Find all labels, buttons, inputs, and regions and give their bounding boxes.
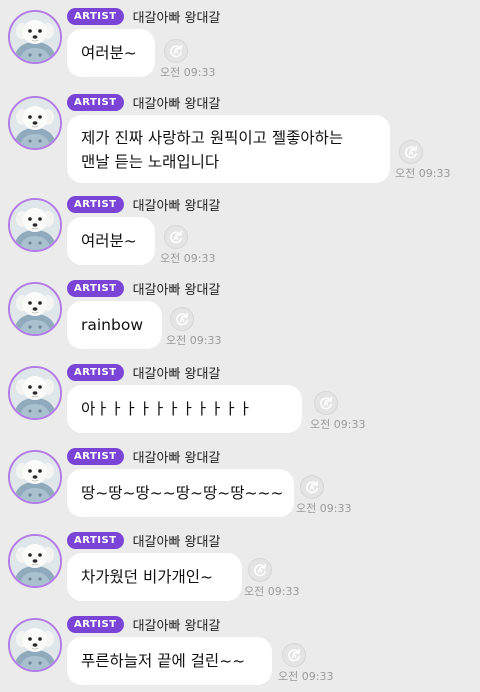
artist-badge: ARTIST xyxy=(67,615,124,633)
message-time: 오전 09:33 xyxy=(395,167,451,180)
message-bubble[interactable]: 차가웠던 비가개인~ xyxy=(67,553,242,601)
message-time: 오전 09:33 xyxy=(166,334,222,347)
message-time: 오전 09:33 xyxy=(160,66,216,79)
message-text: 여러분~ xyxy=(81,44,137,62)
message-bubble[interactable]: 여러분~ xyxy=(67,29,155,77)
message-bubble[interactable]: 땅~땅~땅~~땅~땅~땅~~~ xyxy=(67,469,294,517)
message-text: 아ㅏㅏㅏㅏㅏㅏㅏㅏㅏㅏㅏ xyxy=(81,400,253,418)
artist-badge: ARTIST xyxy=(67,279,124,297)
message-text: 푸른하늘저 끝에 걸린~~ xyxy=(81,652,246,670)
reaction-rotate-icon[interactable] xyxy=(164,225,188,249)
avatar[interactable] xyxy=(8,96,62,150)
chat-message: ARTIST 대갈아빠 왕대갈 푸른하늘저 끝에 걸린~~ 오전 09:33 xyxy=(0,608,480,692)
avatar[interactable] xyxy=(8,366,62,420)
sender-name[interactable]: 대갈아빠 왕대갈 xyxy=(133,195,221,214)
artist-badge: ARTIST xyxy=(67,363,124,381)
sender-row: ARTIST 대갈아빠 왕대갈 xyxy=(67,531,221,550)
message-bubble[interactable]: 제가 진짜 사랑하고 원픽이고 젤좋아하는 맨날 듣는 노래입니다 xyxy=(67,115,390,183)
message-time: 오전 09:33 xyxy=(278,670,334,683)
message-time: 오전 09:33 xyxy=(244,585,300,598)
artist-badge: ARTIST xyxy=(67,531,124,549)
sender-name[interactable]: 대갈아빠 왕대갈 xyxy=(133,93,221,112)
sender-name[interactable]: 대갈아빠 왕대갈 xyxy=(133,279,221,298)
avatar[interactable] xyxy=(8,198,62,252)
sender-name[interactable]: 대갈아빠 왕대갈 xyxy=(133,615,221,634)
avatar[interactable] xyxy=(8,450,62,504)
avatar[interactable] xyxy=(8,618,62,672)
message-text-line: 맨날 듣는 노래입니다 xyxy=(81,153,220,171)
message-meta: 오전 09:33 xyxy=(166,307,226,353)
message-time: 오전 09:33 xyxy=(160,252,216,265)
sender-row: ARTIST 대갈아빠 왕대갈 xyxy=(67,93,221,112)
sender-name[interactable]: 대갈아빠 왕대갈 xyxy=(133,7,221,26)
message-text: 차가웠던 비가개인~ xyxy=(81,568,213,586)
reaction-rotate-icon[interactable] xyxy=(170,307,194,331)
message-text: 땅~땅~땅~~땅~땅~땅~~~ xyxy=(81,484,284,502)
sender-name[interactable]: 대갈아빠 왕대갈 xyxy=(133,531,221,550)
message-meta: 오전 09:33 xyxy=(310,391,370,437)
reaction-rotate-icon[interactable] xyxy=(282,643,306,667)
chat-message: ARTIST 대갈아빠 왕대갈 rainbow 오전 09:33 xyxy=(0,272,480,356)
message-bubble[interactable]: 여러분~ xyxy=(67,217,155,265)
reaction-rotate-icon[interactable] xyxy=(248,558,272,582)
sender-row: ARTIST 대갈아빠 왕대갈 xyxy=(67,195,221,214)
message-time: 오전 09:33 xyxy=(310,418,366,431)
chat-message: ARTIST 대갈아빠 왕대갈 여러분~ 오전 09:33 xyxy=(0,188,480,272)
chat-message-list: ARTIST 대갈아빠 왕대갈 여러분~ 오전 09:33 ARTIST 대갈아… xyxy=(0,0,480,689)
artist-badge: ARTIST xyxy=(67,195,124,213)
sender-row: ARTIST 대갈아빠 왕대갈 xyxy=(67,7,221,26)
sender-name[interactable]: 대갈아빠 왕대갈 xyxy=(133,447,221,466)
message-meta: 오전 09:33 xyxy=(278,643,338,689)
message-time: 오전 09:33 xyxy=(296,502,352,515)
chat-message: ARTIST 대갈아빠 왕대갈 여러분~ 오전 09:33 xyxy=(0,0,480,84)
reaction-rotate-icon[interactable] xyxy=(314,391,338,415)
reaction-rotate-icon[interactable] xyxy=(300,475,324,499)
chat-message: ARTIST 대갈아빠 왕대갈 차가웠던 비가개인~ 오전 09:33 xyxy=(0,524,480,608)
message-text: 여러분~ xyxy=(81,232,137,250)
artist-badge: ARTIST xyxy=(67,93,124,111)
sender-row: ARTIST 대갈아빠 왕대갈 xyxy=(67,615,221,634)
sender-row: ARTIST 대갈아빠 왕대갈 xyxy=(67,447,221,466)
message-bubble[interactable]: rainbow xyxy=(67,301,162,349)
message-meta: 오전 09:33 xyxy=(244,558,304,604)
chat-message: ARTIST 대갈아빠 왕대갈 땅~땅~땅~~땅~땅~땅~~~ 오전 09:33 xyxy=(0,440,480,524)
message-bubble[interactable]: 아ㅏㅏㅏㅏㅏㅏㅏㅏㅏㅏㅏ xyxy=(67,385,302,433)
chat-message: ARTIST 대갈아빠 왕대갈 아ㅏㅏㅏㅏㅏㅏㅏㅏㅏㅏㅏ 오전 09:33 xyxy=(0,356,480,440)
message-text-line: 제가 진짜 사랑하고 원픽이고 젤좋아하는 xyxy=(81,129,344,147)
avatar[interactable] xyxy=(8,282,62,336)
reaction-rotate-icon[interactable] xyxy=(164,39,188,63)
chat-message: ARTIST 대갈아빠 왕대갈 제가 진짜 사랑하고 원픽이고 젤좋아하는 맨날… xyxy=(0,86,480,186)
message-meta: 오전 09:33 xyxy=(160,39,220,85)
avatar[interactable] xyxy=(8,10,62,64)
message-meta: 오전 09:33 xyxy=(160,225,220,271)
message-bubble[interactable]: 푸른하늘저 끝에 걸린~~ xyxy=(67,637,272,685)
sender-row: ARTIST 대갈아빠 왕대갈 xyxy=(67,363,221,382)
reaction-rotate-icon[interactable] xyxy=(399,140,423,164)
message-meta: 오전 09:33 xyxy=(395,140,455,186)
message-meta: 오전 09:33 xyxy=(296,475,356,521)
artist-badge: ARTIST xyxy=(67,447,124,465)
sender-row: ARTIST 대갈아빠 왕대갈 xyxy=(67,279,221,298)
artist-badge: ARTIST xyxy=(67,7,124,25)
avatar[interactable] xyxy=(8,534,62,588)
message-text: rainbow xyxy=(81,316,143,334)
sender-name[interactable]: 대갈아빠 왕대갈 xyxy=(133,363,221,382)
